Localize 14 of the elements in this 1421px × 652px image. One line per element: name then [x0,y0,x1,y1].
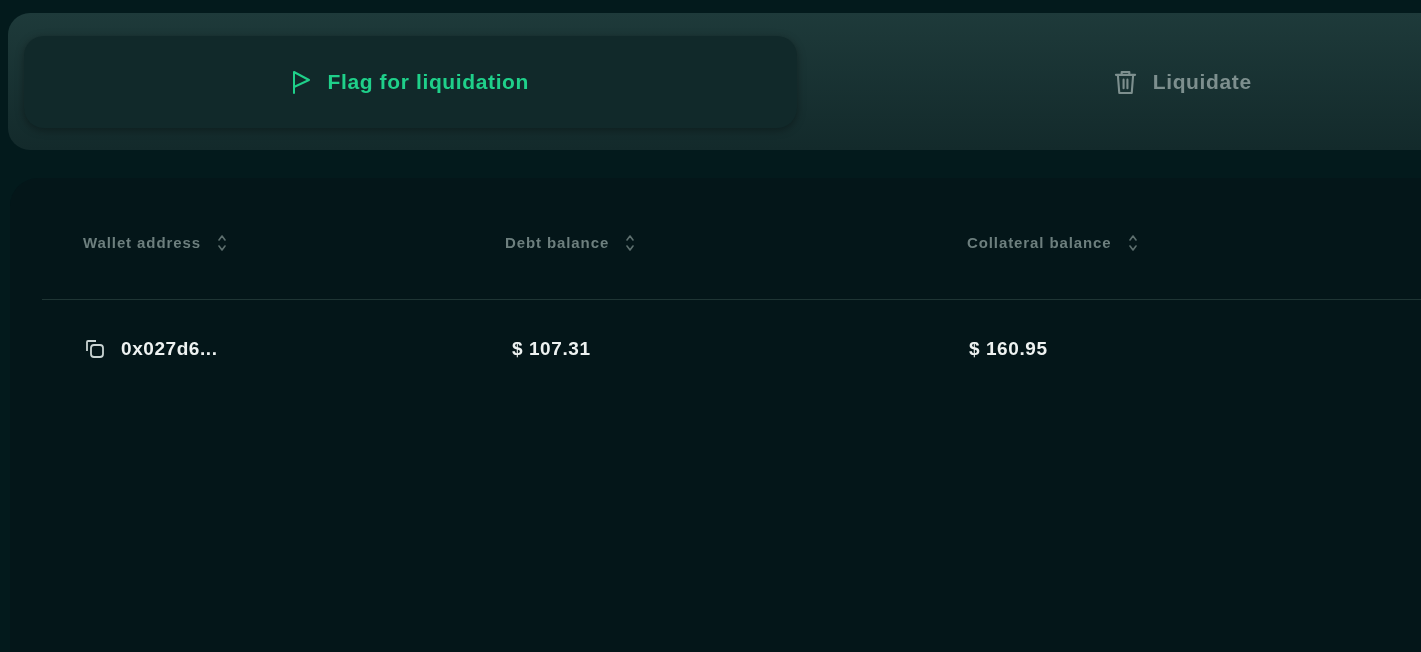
sort-icon[interactable] [216,233,227,254]
tab[interactable]: Liquidate [796,36,1421,128]
column-header: Debt balance [505,233,610,253]
trash-icon [1113,69,1137,95]
column-header: Wallet address [83,233,201,253]
tab[interactable]: Flag for liquidation [24,36,797,128]
table-cell-text: 0x027d6... [121,336,218,361]
table-cell-text: $ 107.31 [512,336,591,361]
copy-icon[interactable] [85,339,105,359]
sort-icon[interactable] [625,233,636,254]
flag-icon [291,70,312,94]
sort-icon[interactable] [1127,233,1138,254]
table-cell-text: $ 160.95 [969,336,1048,361]
column-header: Collateral balance [967,233,1112,253]
